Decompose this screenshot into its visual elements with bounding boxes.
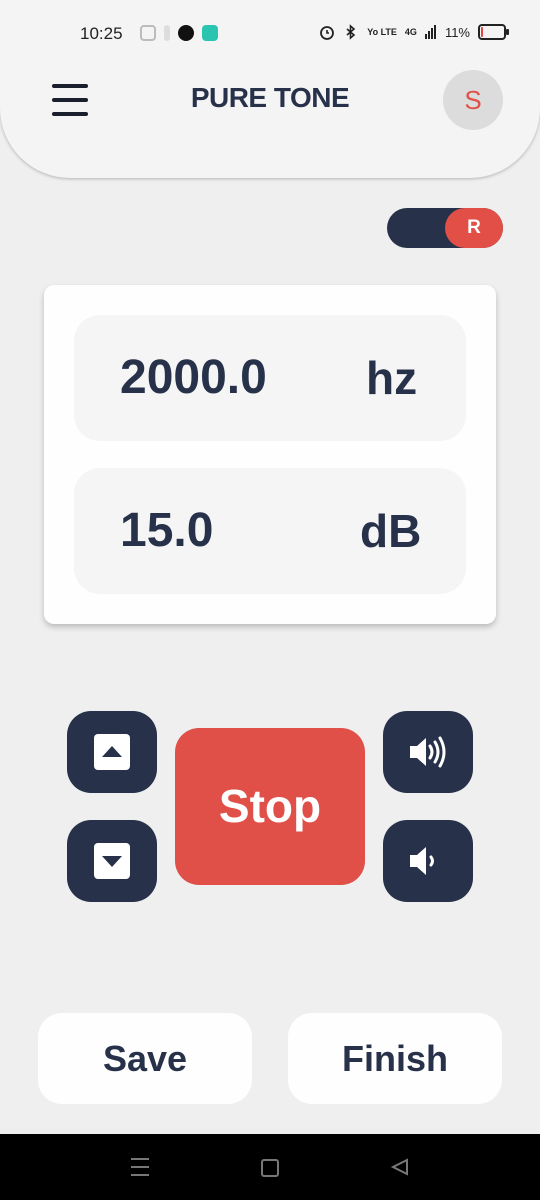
ear-toggle[interactable]: R [387, 208, 503, 248]
status-time: 10:25 [80, 24, 123, 43]
volume-up-icon [410, 736, 446, 768]
battery-icon [478, 24, 509, 40]
frequency-value: 2000.0 [120, 351, 267, 404]
status-notification-icons [140, 25, 218, 41]
volume-up-button[interactable] [383, 711, 473, 793]
stop-button[interactable]: Stop [175, 728, 365, 885]
chat-icon [202, 25, 218, 41]
frequency-down-button[interactable] [67, 820, 157, 902]
back-icon[interactable] [390, 1158, 410, 1176]
ear-toggle-knob: R [445, 208, 503, 248]
volume-down-button[interactable] [383, 820, 473, 902]
home-icon[interactable] [261, 1159, 279, 1177]
alarm-icon [320, 26, 335, 40]
system-nav-bar [0, 1134, 540, 1200]
finish-button[interactable]: Finish [288, 1013, 502, 1104]
volte-label: Yo LTE [367, 26, 397, 37]
signal-icon [424, 25, 436, 39]
save-button[interactable]: Save [38, 1013, 252, 1104]
notification-icon [140, 25, 156, 41]
dot-icon [164, 25, 170, 41]
caret-up-icon [94, 734, 130, 770]
level-unit: dB [360, 505, 422, 557]
level-value: 15.0 [120, 504, 214, 557]
volume-down-icon [410, 847, 434, 875]
network-label: 4G [404, 27, 417, 37]
bluetooth-icon [346, 24, 356, 40]
spotify-icon [178, 25, 194, 41]
caret-down-icon [94, 843, 130, 879]
frequency-up-button[interactable] [67, 711, 157, 793]
level-display: 15.0 dB [74, 468, 466, 594]
avatar[interactable]: S [443, 70, 503, 130]
frequency-display: 2000.0 hz [74, 315, 466, 441]
readout-card: 2000.0 hz 15.0 dB [44, 285, 496, 624]
battery-percent: 11% [444, 24, 470, 40]
recents-icon[interactable] [131, 1158, 149, 1176]
status-system-icons: Yo LTE 4G 11% [319, 24, 509, 40]
frequency-unit: hz [366, 352, 418, 404]
status-bar: 10:25 Yo LTE 4G 11% [0, 0, 540, 70]
